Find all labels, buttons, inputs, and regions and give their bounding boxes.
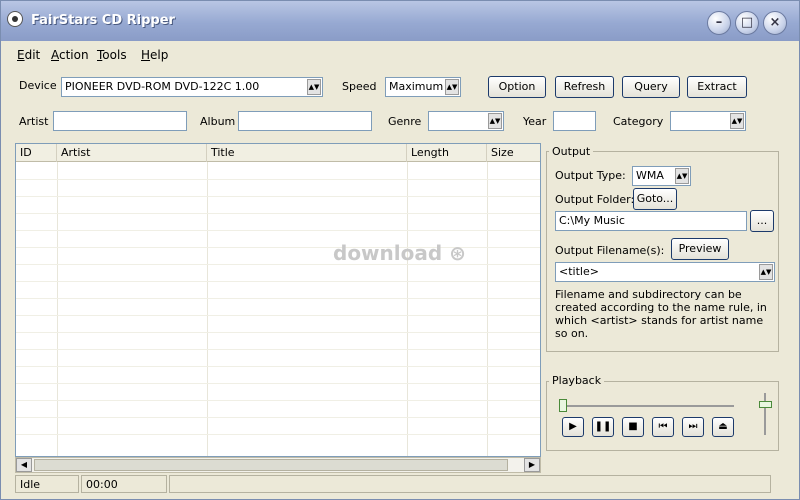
app-icon[interactable]	[7, 11, 23, 27]
seek-slider-thumb[interactable]	[559, 399, 567, 412]
menu-edit[interactable]: Edit	[17, 48, 40, 62]
dropdown-arrow-icon[interactable]: ▲▼	[759, 264, 773, 280]
row-divider	[16, 434, 540, 435]
menu-help[interactable]: Help	[141, 48, 168, 62]
filename-rule-note: Filename and subdirectory can be created…	[555, 288, 767, 340]
output-filename-select[interactable]: <title> ▲▼	[555, 262, 775, 282]
column-divider	[487, 162, 488, 456]
row-divider	[16, 400, 540, 401]
playback-group	[546, 381, 779, 451]
pause-button[interactable]: ❚❚	[592, 417, 614, 437]
device-select[interactable]: PIONEER DVD-ROM DVD-122C 1.00 ▲▼	[61, 77, 323, 97]
extract-button[interactable]: Extract	[687, 76, 747, 98]
column-id[interactable]: ID	[16, 144, 57, 162]
output-folder-label: Output Folder:	[555, 193, 635, 206]
eject-icon: ⏏	[718, 421, 728, 432]
volume-slider-thumb[interactable]	[759, 401, 772, 408]
watermark-logo: download ⊛	[333, 241, 466, 265]
dropdown-arrow-icon[interactable]: ▲▼	[307, 79, 321, 95]
horizontal-scrollbar[interactable]: ◀ ▶	[15, 457, 541, 473]
status-extra	[169, 475, 771, 493]
pause-icon: ❚❚	[594, 421, 612, 432]
track-list[interactable]: ID Artist Title Length Size	[15, 143, 541, 457]
artist-input[interactable]	[53, 111, 187, 131]
menu-bar: Edit Action Tools Help	[9, 45, 795, 67]
row-divider	[16, 298, 540, 299]
dropdown-arrow-icon[interactable]: ▲▼	[675, 168, 689, 184]
status-state: Idle	[15, 475, 79, 493]
dropdown-arrow-icon[interactable]: ▲▼	[445, 79, 459, 95]
row-divider	[16, 230, 540, 231]
year-label: Year	[523, 115, 547, 128]
speed-select[interactable]: Maximum ▲▼	[385, 77, 461, 97]
speed-label: Speed	[342, 80, 377, 93]
scroll-right-icon[interactable]: ▶	[524, 458, 540, 472]
column-artist[interactable]: Artist	[57, 144, 207, 162]
dropdown-arrow-icon[interactable]: ▲▼	[488, 113, 502, 129]
album-label: Album	[200, 115, 236, 128]
scroll-thumb[interactable]	[34, 459, 508, 471]
column-divider	[407, 162, 408, 456]
album-input[interactable]	[238, 111, 372, 131]
refresh-button[interactable]: Refresh	[555, 76, 614, 98]
row-divider	[16, 179, 540, 180]
maximize-button[interactable]: □	[735, 11, 759, 35]
volume-track[interactable]	[764, 393, 766, 435]
seek-track[interactable]	[564, 405, 734, 407]
browse-button[interactable]: ...	[750, 210, 774, 232]
column-divider	[57, 162, 58, 456]
row-divider	[16, 196, 540, 197]
row-divider	[16, 281, 540, 282]
artist-label: Artist	[19, 115, 49, 128]
query-button[interactable]: Query	[622, 76, 680, 98]
goto-button[interactable]: Goto...	[633, 188, 677, 210]
previous-button[interactable]: ⏮	[652, 417, 674, 437]
row-divider	[16, 366, 540, 367]
play-icon: ▶	[569, 421, 577, 432]
next-button[interactable]: ⏭	[682, 417, 704, 437]
menu-action[interactable]: Action	[51, 48, 89, 62]
category-select[interactable]: ▲▼	[670, 111, 746, 131]
menu-tools[interactable]: Tools	[97, 48, 127, 62]
option-button[interactable]: Option	[488, 76, 546, 98]
row-divider	[16, 332, 540, 333]
stop-icon: ■	[628, 421, 638, 432]
output-type-label: Output Type:	[555, 169, 626, 182]
previous-track-icon: ⏮	[658, 421, 668, 432]
status-time: 00:00	[81, 475, 167, 493]
device-label: Device	[19, 79, 57, 92]
genre-label: Genre	[388, 115, 422, 128]
next-track-icon: ⏭	[688, 421, 698, 432]
output-type-select[interactable]: WMA ▲▼	[632, 166, 691, 186]
row-divider	[16, 349, 540, 350]
play-button[interactable]: ▶	[562, 417, 584, 437]
app-window: FairStars CD Ripper – □ × Edit Action To…	[0, 0, 800, 500]
category-label: Category	[613, 115, 664, 128]
column-divider	[207, 162, 208, 456]
output-group-title: Output	[549, 145, 594, 158]
row-divider	[16, 417, 540, 418]
title-bar[interactable]: FairStars CD Ripper – □ ×	[1, 1, 799, 41]
stop-button[interactable]: ■	[622, 417, 644, 437]
output-filename-label: Output Filename(s):	[555, 244, 665, 257]
genre-select[interactable]: ▲▼	[428, 111, 504, 131]
playback-group-title: Playback	[549, 374, 605, 387]
preview-button[interactable]: Preview	[671, 238, 729, 260]
column-length[interactable]: Length	[407, 144, 487, 162]
row-divider	[16, 213, 540, 214]
column-title[interactable]: Title	[207, 144, 407, 162]
output-folder-input[interactable]: C:\My Music	[555, 211, 747, 231]
dropdown-arrow-icon[interactable]: ▲▼	[730, 113, 744, 129]
close-button[interactable]: ×	[763, 11, 787, 35]
scroll-left-icon[interactable]: ◀	[16, 458, 32, 472]
row-divider	[16, 315, 540, 316]
minimize-button[interactable]: –	[707, 11, 731, 35]
row-divider	[16, 383, 540, 384]
year-input[interactable]	[553, 111, 596, 131]
column-size[interactable]: Size	[487, 144, 540, 162]
track-list-header: ID Artist Title Length Size	[16, 144, 540, 162]
window-title: FairStars CD Ripper	[31, 13, 175, 28]
eject-button[interactable]: ⏏	[712, 417, 734, 437]
